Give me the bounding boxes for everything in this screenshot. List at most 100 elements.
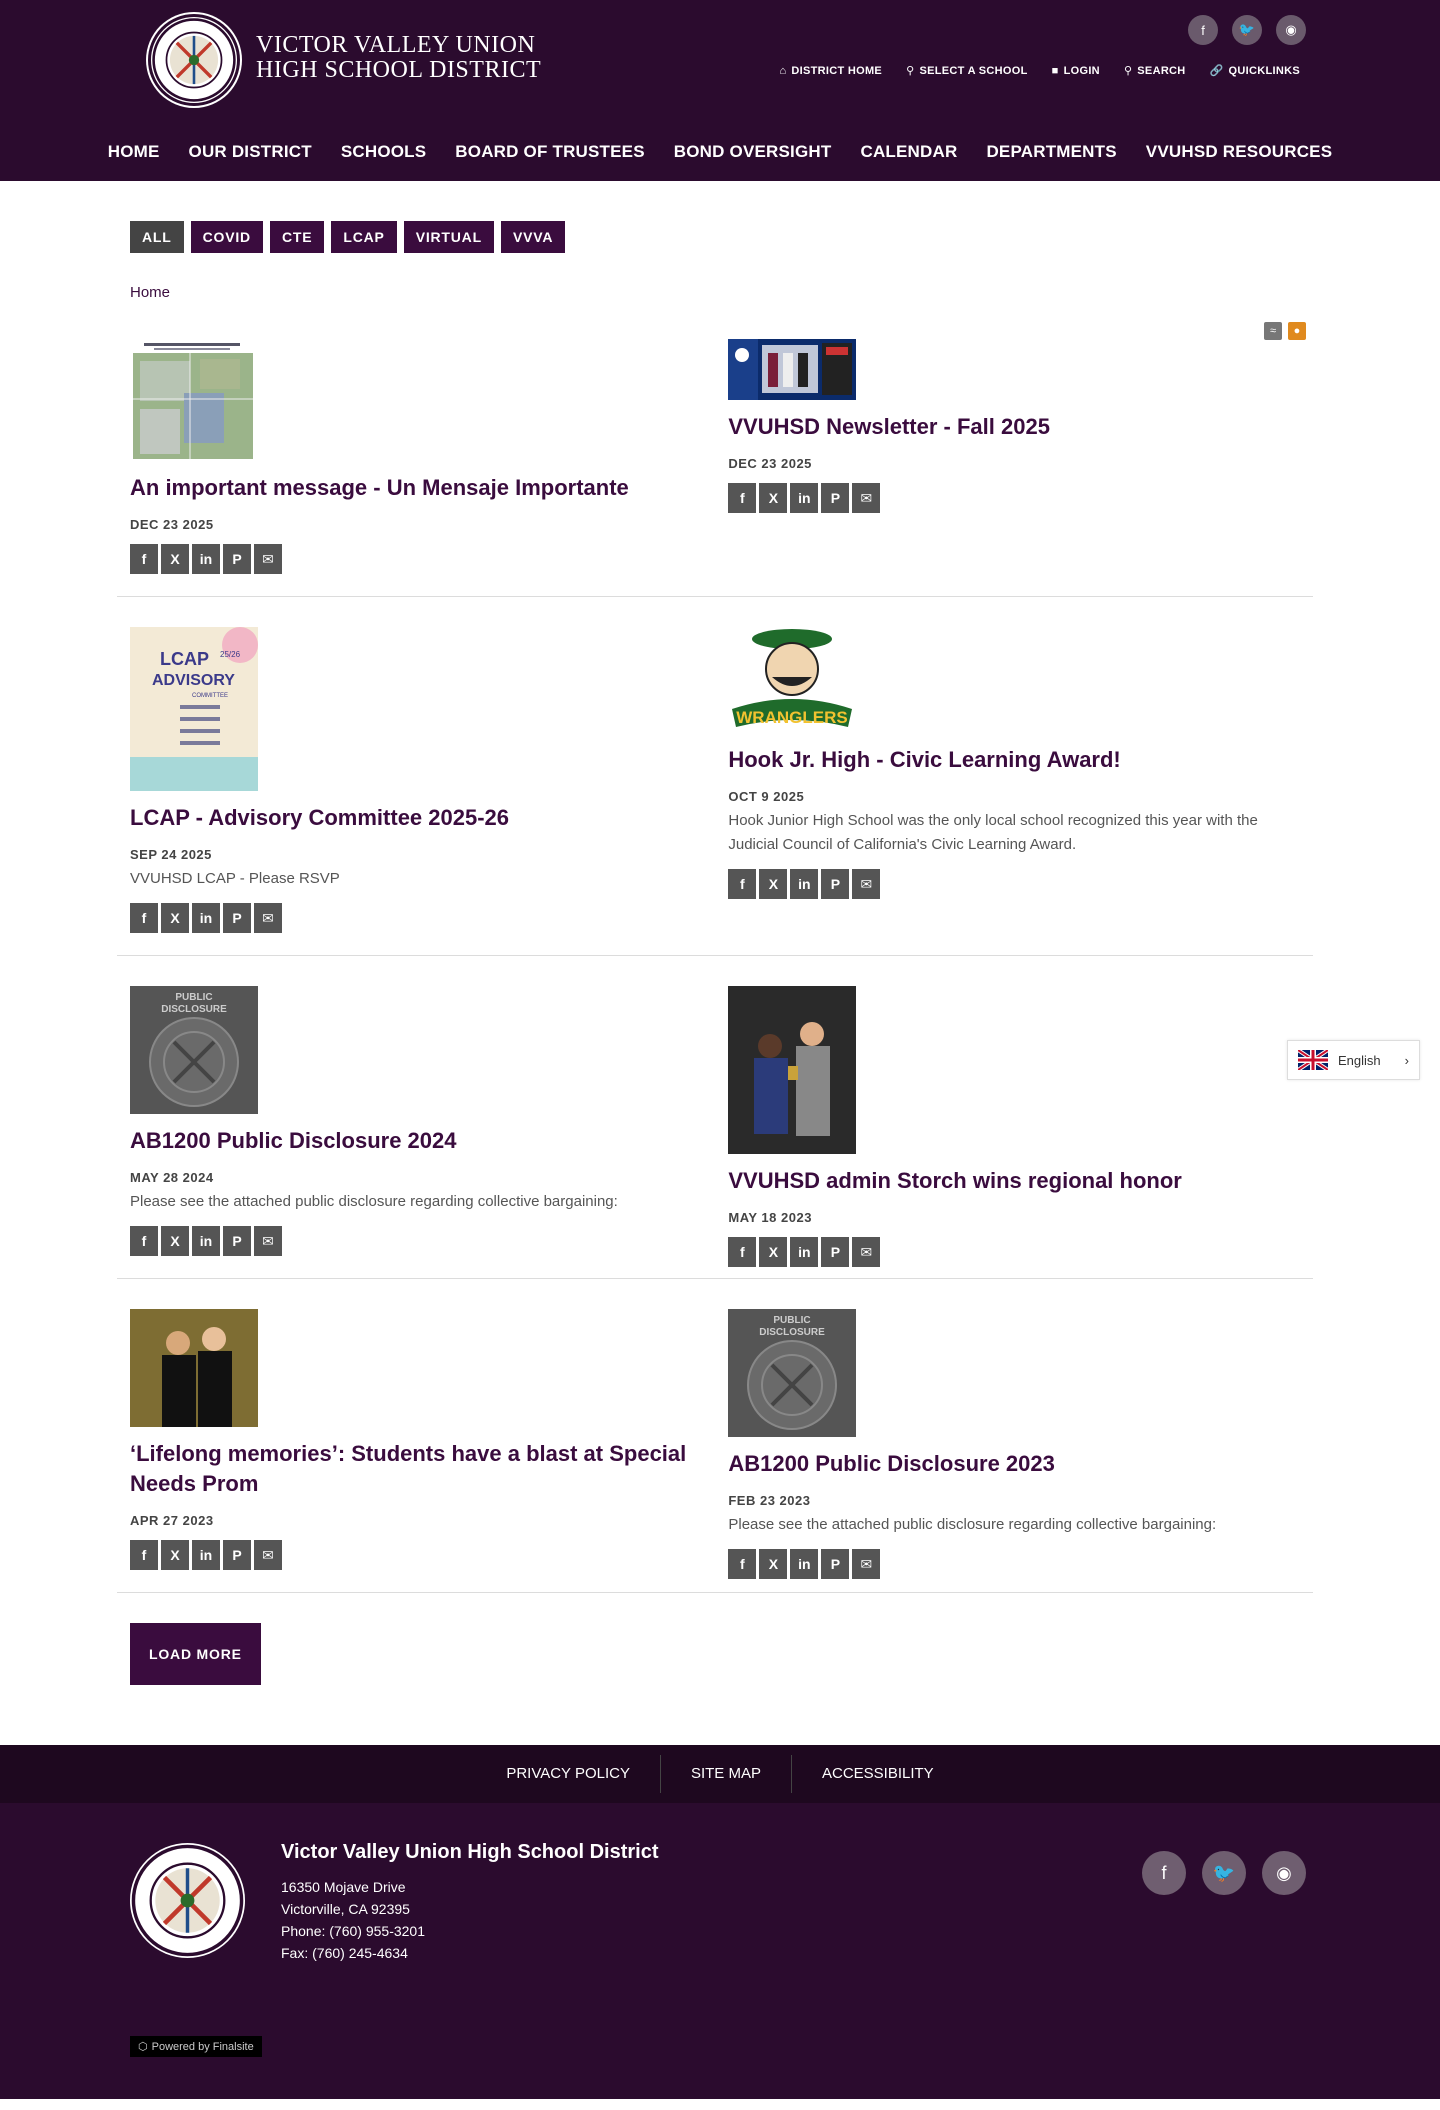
share-linkedin-icon[interactable]: in: [192, 544, 220, 574]
utility-search[interactable]: ⚲ SEARCH: [1124, 64, 1186, 78]
share-email-icon[interactable]: ✉: [852, 1549, 881, 1579]
share-x-icon[interactable]: X: [759, 1237, 788, 1267]
share-x-icon[interactable]: X: [161, 1226, 189, 1256]
share-linkedin-icon[interactable]: in: [192, 903, 220, 933]
post-title[interactable]: VVUHSD admin Storch wins regional honor: [728, 1166, 1300, 1196]
share-facebook-icon[interactable]: f: [728, 869, 757, 899]
award-photo-thumbnail[interactable]: [728, 986, 857, 1154]
public-disclosure-thumbnail[interactable]: PUBLIC DISCLOSURE: [130, 986, 258, 1114]
post-title[interactable]: AB1200 Public Disclosure 2023: [728, 1449, 1300, 1479]
notification-bell-icon[interactable]: ●: [1288, 322, 1306, 340]
news-item: VVUHSD admin Storch wins regional honor …: [728, 986, 1300, 1278]
share-pinterest-icon[interactable]: P: [821, 483, 850, 513]
share-linkedin-icon[interactable]: in: [790, 483, 819, 513]
nav-bond-oversight[interactable]: BOND OVERSIGHT: [674, 142, 832, 162]
share-pinterest-icon[interactable]: P: [223, 1540, 251, 1570]
wranglers-thumbnail[interactable]: WRANGLERS: [728, 627, 857, 733]
share-linkedin-icon[interactable]: in: [790, 1237, 819, 1267]
powered-by-badge[interactable]: ⬡ Powered by Finalsite: [130, 2036, 262, 2057]
newsletter-thumbnail[interactable]: [728, 339, 857, 400]
nav-calendar[interactable]: CALENDAR: [860, 142, 957, 162]
feed-icons: ≈ ●: [1264, 322, 1306, 340]
filter-cte[interactable]: CTE: [269, 221, 325, 253]
map-thumbnail[interactable]: [130, 339, 254, 461]
facebook-icon[interactable]: f: [1188, 15, 1218, 45]
share-x-icon[interactable]: X: [161, 544, 189, 574]
share-email-icon[interactable]: ✉: [254, 1226, 282, 1256]
share-linkedin-icon[interactable]: in: [790, 1549, 819, 1579]
share-x-icon[interactable]: X: [161, 1540, 189, 1570]
utility-district-home[interactable]: ⌂ DISTRICT HOME: [779, 64, 882, 77]
district-name-line1: VICTOR VALLEY UNION: [256, 32, 536, 58]
share-facebook-icon[interactable]: f: [130, 1226, 158, 1256]
share-email-icon[interactable]: ✉: [852, 1237, 881, 1267]
rss-icon[interactable]: ≈: [1264, 322, 1282, 340]
instagram-icon[interactable]: ◉: [1262, 1851, 1306, 1895]
share-facebook-icon[interactable]: f: [728, 483, 757, 513]
post-title[interactable]: LCAP - Advisory Committee 2025-26: [130, 803, 728, 833]
filter-virtual[interactable]: VIRTUAL: [403, 221, 494, 253]
share-pinterest-icon[interactable]: P: [223, 544, 251, 574]
post-title[interactable]: AB1200 Public Disclosure 2024: [130, 1126, 728, 1156]
share-email-icon[interactable]: ✉: [852, 869, 881, 899]
share-linkedin-icon[interactable]: in: [790, 869, 819, 899]
share-email-icon[interactable]: ✉: [254, 903, 282, 933]
share-facebook-icon[interactable]: f: [130, 544, 158, 574]
share-x-icon[interactable]: X: [759, 1549, 788, 1579]
language-label: English: [1338, 1052, 1381, 1068]
footer-link-privacy[interactable]: PRIVACY POLICY: [476, 1755, 661, 1793]
district-name[interactable]: VICTOR VALLEY UNION HIGH SCHOOL DISTRICT: [256, 33, 541, 83]
wranglers-thumb-text: WRANGLERS: [737, 708, 848, 727]
share-x-icon[interactable]: X: [759, 483, 788, 513]
share-pinterest-icon[interactable]: P: [821, 869, 850, 899]
share-linkedin-icon[interactable]: in: [192, 1540, 220, 1570]
share-x-icon[interactable]: X: [759, 869, 788, 899]
utility-quicklinks[interactable]: 🔗 QUICKLINKS: [1210, 64, 1300, 78]
utility-login[interactable]: ■ LOGIN: [1052, 64, 1100, 77]
lcap-thumbnail[interactable]: LCAP 25/26 ADVISORY COMMITTEE: [130, 627, 258, 791]
footer-link-sitemap[interactable]: SITE MAP: [661, 1755, 792, 1793]
share-linkedin-icon[interactable]: in: [192, 1226, 220, 1256]
nav-board-of-trustees[interactable]: BOARD OF TRUSTEES: [455, 142, 644, 162]
nav-departments[interactable]: DEPARTMENTS: [986, 142, 1116, 162]
lcap-thumb-committee: COMMITTEE: [192, 693, 228, 699]
share-facebook-icon[interactable]: f: [728, 1237, 757, 1267]
facebook-icon[interactable]: f: [1142, 1851, 1186, 1895]
post-title[interactable]: Hook Jr. High - Civic Learning Award!: [728, 745, 1300, 775]
main-nav: HOME OUR DISTRICT SCHOOLS BOARD OF TRUST…: [0, 123, 1440, 181]
share-email-icon[interactable]: ✉: [254, 544, 282, 574]
footer-link-accessibility[interactable]: ACCESSIBILITY: [792, 1755, 964, 1793]
share-pinterest-icon[interactable]: P: [821, 1549, 850, 1579]
nav-home[interactable]: HOME: [108, 142, 160, 162]
share-email-icon[interactable]: ✉: [254, 1540, 282, 1570]
share-facebook-icon[interactable]: f: [130, 903, 158, 933]
utility-select-school[interactable]: ⚲ SELECT A SCHOOL: [906, 64, 1028, 78]
public-disclosure-thumbnail[interactable]: PUBLIC DISCLOSURE: [728, 1309, 857, 1437]
nav-schools[interactable]: SCHOOLS: [341, 142, 426, 162]
filter-covid[interactable]: COVID: [190, 221, 263, 253]
share-pinterest-icon[interactable]: P: [223, 903, 251, 933]
filter-all[interactable]: ALL: [130, 221, 184, 253]
nav-our-district[interactable]: OUR DISTRICT: [189, 142, 312, 162]
nav-vvuhsd-resources[interactable]: VVUHSD RESOURCES: [1146, 142, 1332, 162]
share-pinterest-icon[interactable]: P: [821, 1237, 850, 1267]
share-x-icon[interactable]: X: [161, 903, 189, 933]
prom-photo-thumbnail[interactable]: [130, 1309, 258, 1427]
load-more-button[interactable]: LOAD MORE: [130, 1623, 261, 1685]
post-title[interactable]: ‘Lifelong memories’: Students have a bla…: [130, 1439, 728, 1499]
share-facebook-icon[interactable]: f: [130, 1540, 158, 1570]
breadcrumb[interactable]: Home: [130, 284, 1310, 301]
post-title[interactable]: An important message - Un Mensaje Import…: [130, 473, 728, 503]
instagram-icon[interactable]: ◉: [1276, 15, 1306, 45]
twitter-icon[interactable]: 🐦: [1232, 15, 1262, 45]
twitter-icon[interactable]: 🐦: [1202, 1851, 1246, 1895]
filter-vvva[interactable]: VVVA: [500, 221, 566, 253]
filter-lcap[interactable]: LCAP: [331, 221, 397, 253]
post-title[interactable]: VVUHSD Newsletter - Fall 2025: [728, 412, 1300, 442]
language-selector[interactable]: English ›: [1287, 1040, 1420, 1080]
share-pinterest-icon[interactable]: P: [223, 1226, 251, 1256]
share-facebook-icon[interactable]: f: [728, 1549, 757, 1579]
share-email-icon[interactable]: ✉: [852, 483, 881, 513]
footer-phone[interactable]: Phone: (760) 955-3201: [281, 1920, 658, 1942]
district-seal-logo[interactable]: [148, 14, 240, 106]
